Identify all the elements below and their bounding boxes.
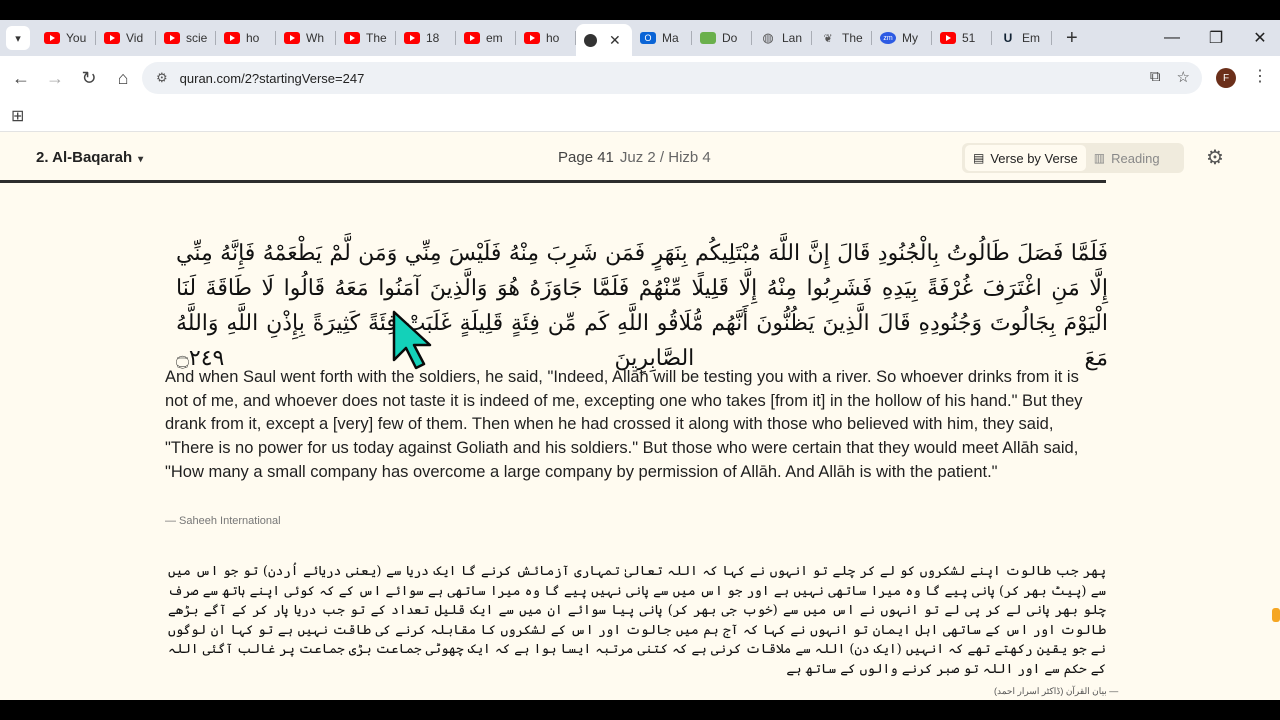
youtube-icon	[940, 32, 956, 44]
urdu-translation-source: — بیان القرآن (ڈاکٹر اسرار احمد)	[994, 686, 1119, 696]
youtube-icon	[44, 32, 60, 44]
arrow-left-icon: ←	[12, 67, 30, 88]
browser-tab[interactable]: zm My	[872, 23, 932, 53]
youtube-icon	[524, 32, 540, 44]
youtube-icon	[164, 32, 180, 44]
browser-tab[interactable]: 51	[932, 23, 992, 53]
urdu-translation: پھر جب طالوت اپنے لشکروں کو لے کر چلے تو…	[168, 564, 1106, 677]
book-icon: ▥	[1093, 151, 1106, 165]
new-tab-button[interactable]: +	[1066, 27, 1078, 50]
reading-progress-bar	[0, 180, 1106, 183]
outlook-icon: O	[640, 32, 656, 44]
browser-tab[interactable]: scie	[156, 23, 216, 53]
chevron-down-icon: ▾	[15, 32, 21, 45]
globe-icon: ◍	[762, 30, 774, 45]
browser-tab[interactable]: Do	[692, 23, 752, 53]
forward-button[interactable]: →	[38, 61, 72, 95]
browser-tab[interactable]: em	[456, 23, 516, 53]
chapter-selector[interactable]: 2. Al-Baqarah ▾	[36, 149, 143, 166]
top-black-bar	[0, 0, 1280, 20]
profile-avatar[interactable]: F	[1216, 68, 1236, 88]
bookmarks-bar: ⊞	[0, 100, 1280, 132]
close-tab-icon[interactable]: ✕	[609, 32, 621, 49]
url-text[interactable]: quran.com/2?startingVerse=247	[180, 71, 365, 86]
close-window-button[interactable]: ✕	[1240, 20, 1280, 56]
browser-tab-active[interactable]: ✕	[576, 24, 632, 56]
bookmark-star-icon[interactable]: ☆	[1177, 68, 1190, 86]
youtube-icon	[404, 32, 420, 44]
browser-tab[interactable]: You	[36, 23, 96, 53]
close-icon: ✕	[1253, 30, 1267, 47]
apps-grid-icon[interactable]: ⊞	[11, 106, 24, 126]
reading-mode-switch: ▤ Verse by Verse ▥ Reading	[962, 143, 1184, 173]
youtube-icon	[464, 32, 480, 44]
browser-tab[interactable]: Vid	[96, 23, 156, 53]
browser-toolbar: ← → ↻ ⌂ ⚙ quran.com/2?startingVerse=247 …	[0, 56, 1280, 100]
browser-menu-icon[interactable]: ⋮	[1252, 66, 1268, 86]
verse-translation: And when Saul went forth with the soldie…	[165, 368, 1083, 481]
youtube-icon	[284, 32, 300, 44]
u-icon: U	[1003, 31, 1013, 45]
page-number: Page 41	[558, 149, 614, 166]
restore-button[interactable]: ❐	[1196, 20, 1236, 56]
tab-verse-by-verse[interactable]: ▤ Verse by Verse	[965, 145, 1086, 171]
browser-tab[interactable]: U Em	[992, 23, 1052, 53]
quran-icon	[584, 33, 597, 47]
site-info-icon[interactable]: ⚙	[156, 70, 168, 86]
omnibox-actions: ⧉ ☆	[1150, 68, 1190, 86]
youtube-icon	[344, 32, 360, 44]
tab-reading[interactable]: ▥ Reading	[1086, 145, 1168, 171]
document-icon: ▤	[973, 151, 985, 165]
browser-tab[interactable]: O Ma	[632, 23, 692, 53]
download-icon	[700, 32, 716, 44]
book-icon: ❦	[823, 32, 833, 45]
browser-tab[interactable]: ◍ Lan	[752, 23, 812, 53]
browser-tab[interactable]: ho	[216, 23, 276, 53]
minimize-icon: —	[1164, 29, 1180, 46]
back-button[interactable]: ←	[4, 61, 38, 95]
verse-arabic-text: فَلَمَّا فَصَلَ طَالُوتُ بِالْجُنُودِ قَ…	[176, 241, 1108, 371]
page-info: Page 41 Juz 2 / Hizb 4	[558, 149, 711, 166]
restore-icon: ❐	[1208, 30, 1224, 47]
browser-tab[interactable]: 18	[396, 23, 456, 53]
zoom-icon: zm	[880, 32, 896, 44]
browser-tab[interactable]: ❦ The	[812, 23, 872, 53]
translation-source: — Saheeh International	[165, 515, 281, 527]
mouse-cursor-icon	[392, 310, 432, 370]
bottom-black-bar	[0, 700, 1280, 720]
minimize-button[interactable]: —	[1152, 20, 1192, 56]
youtube-icon	[104, 32, 120, 44]
reload-icon: ↻	[81, 67, 97, 88]
chapter-name: 2. Al-Baqarah	[36, 149, 133, 166]
scrollbar-marker[interactable]	[1272, 608, 1280, 622]
youtube-icon	[224, 32, 240, 44]
browser-tab[interactable]: ho	[516, 23, 576, 53]
arrow-right-icon: →	[46, 67, 64, 88]
settings-gear-icon[interactable]: ⚙	[1206, 145, 1224, 170]
tab-search-button[interactable]: ▾	[6, 26, 30, 50]
browser-tab[interactable]: The	[336, 23, 396, 53]
juz-hizb: Juz 2 / Hizb 4	[619, 149, 711, 166]
home-button[interactable]: ⌂	[106, 61, 140, 95]
browser-tab[interactable]: Wh	[276, 23, 336, 53]
install-app-icon[interactable]: ⧉	[1150, 68, 1161, 86]
tab-list: You Vid scie ho Wh The 18 em ho ✕ O Ma Do…	[36, 20, 1078, 56]
reload-button[interactable]: ↻	[72, 61, 106, 95]
tab-strip: ▾ You Vid scie ho Wh The 18 em ho ✕ O Ma …	[0, 20, 1280, 56]
home-icon: ⌂	[117, 67, 129, 88]
page-header: 2. Al-Baqarah ▾ Page 41 Juz 2 / Hizb 4 ▤ Ve…	[0, 132, 1280, 182]
address-bar[interactable]: ⚙ quran.com/2?startingVerse=247 ⧉ ☆	[142, 62, 1202, 94]
chevron-down-icon: ▾	[138, 154, 144, 165]
